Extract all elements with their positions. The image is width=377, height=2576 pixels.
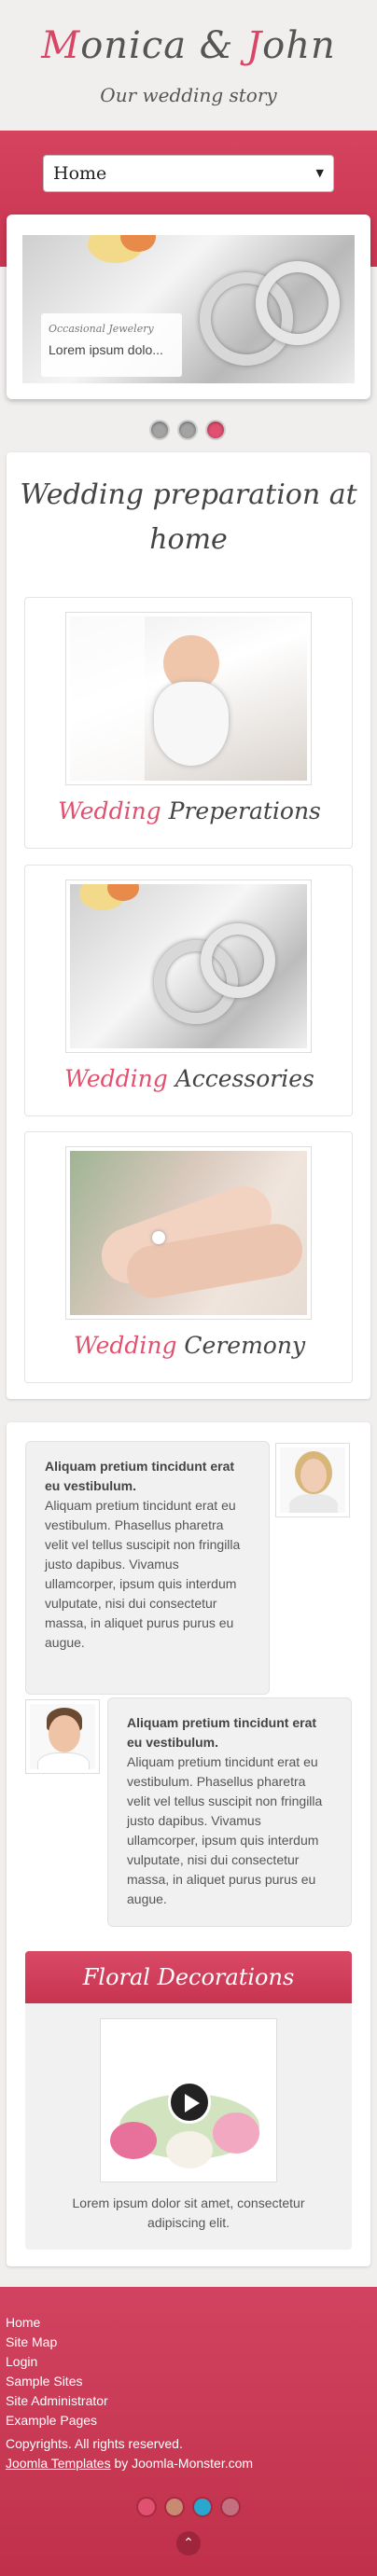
credit-suffix: by Joomla-Monster.com bbox=[110, 2456, 254, 2471]
shoulder-shape bbox=[37, 1752, 90, 1769]
footer-link-site-administrator[interactable]: Site Administrator bbox=[6, 2391, 108, 2411]
bouquet-flower-shape bbox=[213, 2112, 259, 2154]
site-title-initial-m: M bbox=[41, 24, 81, 67]
testimonial-text: Aliquam pretium tincidunt erat eu vestib… bbox=[45, 1498, 241, 1650]
slide-caption[interactable]: Occasional Jewelery Lorem ipsum dolo... bbox=[41, 313, 182, 377]
preparation-section: Wedding preparation at home Wedding Prep… bbox=[7, 452, 370, 1399]
social-icon-1[interactable] bbox=[136, 2497, 157, 2517]
shoulder-shape bbox=[289, 1494, 338, 1513]
site-footer: Home Site Map Login Sample Sites Site Ad… bbox=[0, 2287, 377, 2576]
testimonial-text: Aliquam pretium tincidunt erat eu vestib… bbox=[127, 1754, 323, 1906]
card-label-word: Ceremony bbox=[184, 1332, 306, 1359]
credit-link[interactable]: Joomla Templates bbox=[6, 2456, 111, 2471]
dress-shape bbox=[70, 616, 145, 781]
card-image-hands bbox=[70, 1151, 307, 1315]
floral-decorations-module: Floral Decorations Lorem ipsum dolor sit… bbox=[25, 1951, 352, 2250]
image-slider[interactable]: Occasional Jewelery Lorem ipsum dolo... bbox=[7, 215, 370, 399]
slide-image-rings: Occasional Jewelery Lorem ipsum dolo... bbox=[22, 235, 355, 383]
footer-link-example-pages[interactable]: Example Pages bbox=[6, 2411, 108, 2431]
slide-caption-title: Occasional Jewelery bbox=[49, 323, 154, 335]
slider-dot-1[interactable] bbox=[149, 420, 170, 440]
bouquet-flower-shape bbox=[110, 2122, 157, 2159]
card-image-shoes bbox=[70, 616, 307, 781]
copyright-text: Copyrights. All rights reserved. bbox=[6, 2436, 183, 2451]
avatar-image bbox=[280, 1447, 345, 1513]
ring-shape bbox=[256, 261, 340, 345]
navigation-select-value: Home bbox=[53, 163, 107, 184]
face-shape bbox=[300, 1459, 327, 1492]
ring-shape bbox=[201, 923, 275, 998]
site-title-part: ohn bbox=[262, 24, 336, 67]
card-image-rings bbox=[70, 884, 307, 1048]
site-tagline: Our wedding story bbox=[100, 84, 277, 106]
section-title-line: home bbox=[149, 523, 228, 556]
slide-caption-text: Lorem ipsum dolo... bbox=[49, 342, 163, 357]
site-title[interactable]: Monica & John bbox=[0, 24, 377, 67]
ring-shape bbox=[152, 1231, 165, 1244]
copyright: Copyrights. All rights reserved. Joomla … bbox=[6, 2434, 253, 2473]
site-header: Monica & John Our wedding story bbox=[0, 0, 377, 131]
testimonial-heading: Aliquam pretium tincidunt erat eu vestib… bbox=[45, 1459, 235, 1493]
footer-link-home[interactable]: Home bbox=[6, 2313, 108, 2333]
back-to-top-icon[interactable]: ⌃ bbox=[176, 2531, 201, 2555]
face-shape bbox=[49, 1715, 80, 1752]
section-title: Wedding preparation at home bbox=[7, 473, 370, 562]
testimonial-heading: Aliquam pretium tincidunt erat eu vestib… bbox=[127, 1715, 317, 1750]
slider-pagination bbox=[149, 420, 233, 440]
card-preparations[interactable]: Wedding Preperations bbox=[24, 597, 353, 849]
testimonial-bubble-2: Aliquam pretium tincidunt erat eu vestib… bbox=[107, 1697, 352, 1927]
avatar-man bbox=[25, 1699, 100, 1774]
social-icon-4[interactable] bbox=[220, 2497, 241, 2517]
card-image-frame bbox=[65, 1146, 312, 1320]
card-ceremony[interactable]: Wedding Ceremony bbox=[24, 1131, 353, 1383]
social-icon-2[interactable] bbox=[164, 2497, 185, 2517]
card-label-word: Preperations bbox=[168, 797, 321, 824]
card-image-frame bbox=[65, 879, 312, 1053]
play-icon[interactable] bbox=[168, 2081, 211, 2124]
footer-menu: Home Site Map Login Sample Sites Site Ad… bbox=[6, 2313, 108, 2431]
avatar-image bbox=[30, 1704, 95, 1769]
slider-dot-2[interactable] bbox=[177, 420, 198, 440]
shoe-shape bbox=[154, 682, 229, 766]
navigation-select[interactable]: Home ▼ bbox=[43, 155, 334, 192]
footer-link-site-map[interactable]: Site Map bbox=[6, 2333, 108, 2352]
credit-line: Joomla Templates by Joomla-Monster.com bbox=[6, 2454, 253, 2473]
footer-link-login[interactable]: Login bbox=[6, 2352, 108, 2372]
card-label-accent: Wedding bbox=[73, 1332, 177, 1359]
card-label-accent: Wedding bbox=[58, 797, 161, 824]
footer-link-sample-sites[interactable]: Sample Sites bbox=[6, 2372, 108, 2391]
floral-text: Lorem ipsum dolor sit amet, consectetur … bbox=[72, 2195, 305, 2230]
card-label-word: Accessories bbox=[175, 1065, 314, 1092]
social-icons bbox=[136, 2497, 244, 2517]
card-image-frame bbox=[65, 612, 312, 785]
floral-title: Floral Decorations bbox=[25, 1951, 352, 2003]
site-title-part: onica & bbox=[80, 24, 247, 67]
testimonial-bubble-1: Aliquam pretium tincidunt erat eu vestib… bbox=[25, 1441, 270, 1695]
avatar-woman bbox=[275, 1443, 350, 1517]
social-icon-3[interactable] bbox=[192, 2497, 213, 2517]
card-label[interactable]: Wedding Accessories bbox=[25, 1065, 354, 1092]
testimonials-section: Aliquam pretium tincidunt erat eu vestib… bbox=[7, 1422, 370, 2266]
card-accessories[interactable]: Wedding Accessories bbox=[24, 865, 353, 1116]
bouquet-flower-shape bbox=[166, 2131, 213, 2168]
slider-dot-3[interactable] bbox=[205, 420, 226, 440]
card-label[interactable]: Wedding Ceremony bbox=[25, 1332, 354, 1359]
section-title-line: Wedding preparation at bbox=[20, 478, 357, 511]
card-label-accent: Wedding bbox=[64, 1065, 168, 1092]
floral-video[interactable] bbox=[100, 2018, 277, 2182]
chevron-down-icon: ▼ bbox=[315, 167, 324, 179]
site-title-initial-j: J bbox=[246, 24, 263, 67]
card-label[interactable]: Wedding Preperations bbox=[25, 797, 354, 824]
